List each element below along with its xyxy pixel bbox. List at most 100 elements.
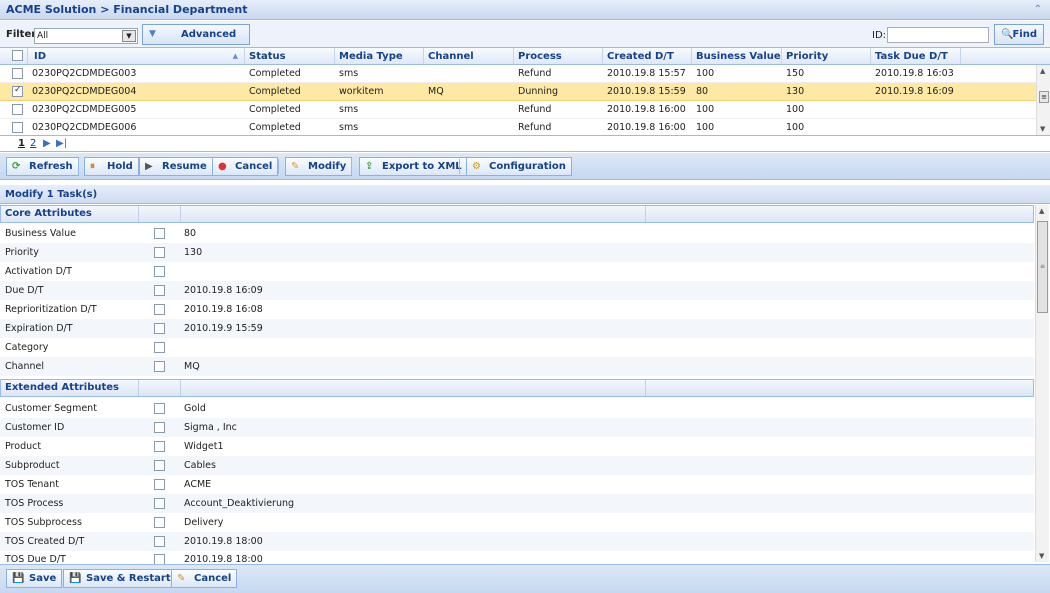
row-checkbox[interactable] [154,285,165,296]
row-checkbox[interactable] [12,68,23,79]
cancel-task-button[interactable]: ● Cancel [212,157,279,176]
row-checkbox[interactable] [154,536,165,547]
page-title: ACME Solution > Financial Department [6,3,248,16]
task-grid: ID ▲ Status Media Type Channel Process Cr… [0,48,1050,136]
play-icon: ▶ [145,161,153,172]
toolbar-separator [351,159,352,174]
col-channel[interactable]: Channel [424,48,514,64]
table-row[interactable]: 0230PQ2CDMDEG005 Completed sms Refund 20… [0,101,1036,119]
core-row-due: Due D/T 2010.19.8 16:09 [0,281,1034,300]
gear-icon: ⚙ [472,161,481,172]
configuration-button[interactable]: ⚙ Configuration [466,157,572,176]
grid-scrollbar[interactable]: ▲ ≡ ▼ [1036,65,1050,135]
page-1-link[interactable]: 1 [18,138,25,149]
refresh-icon: ⟳ [12,161,21,172]
sort-asc-icon: ▲ [232,52,238,60]
scroll-up-icon[interactable]: ▲ [1039,207,1044,215]
grid-header: ID ▲ Status Media Type Channel Process Cr… [0,48,1050,65]
scroll-thumb[interactable]: ≡ [1039,91,1049,103]
next-page-icon[interactable]: ▶ [43,138,51,149]
modify-button[interactable]: ✎ Modify [285,157,353,176]
resume-button[interactable]: ▶ Resume [139,157,213,176]
scroll-down-icon[interactable]: ▼ [1039,552,1044,560]
col-created[interactable]: Created D/T [603,48,692,64]
find-label: Find [1012,29,1037,40]
last-page-icon[interactable]: ▶| [56,138,67,149]
panel-header: ACME Solution > Financial Department ⌃ [0,0,1050,20]
export-xml-button[interactable]: ⇪ Export to XML [359,157,468,176]
row-checkbox[interactable] [154,403,165,414]
core-attributes-header: Core Attributes [0,205,1034,223]
row-checkbox[interactable] [154,266,165,277]
select-all-checkbox[interactable] [12,50,23,61]
row-checkbox[interactable] [154,361,165,372]
core-row-category: Category [0,338,1034,357]
col-business-value[interactable]: Business Value [692,48,782,64]
row-checkbox[interactable] [12,122,23,133]
filter-select[interactable]: All ▼ [34,28,138,44]
table-row-selected[interactable]: 0230PQ2CDMDEG004 Completed workitem MQ D… [0,83,1036,101]
scroll-up-icon[interactable]: ▲ [1040,67,1045,75]
row-checkbox[interactable] [12,85,23,97]
cancel-button[interactable]: ✎ Cancel [171,569,238,588]
refresh-button[interactable]: ⟳ Refresh [6,157,79,176]
row-checkbox[interactable] [154,304,165,315]
core-row-business-value: Business Value 80 [5,228,197,239]
ext-row-subproduct: Subproduct Cables [0,456,1034,475]
id-label: ID: [872,30,887,41]
row-checkbox[interactable] [154,247,165,258]
core-row-channel: Channel MQ [0,357,1034,376]
row-checkbox[interactable] [154,498,165,509]
modify-panel-title: Modify 1 Task(s) [0,185,1050,204]
save-button[interactable]: 💾 Save [6,569,63,588]
scroll-thumb[interactable]: ≡ [1037,221,1048,313]
pencil-icon: ✎ [291,161,300,172]
save-restart-button[interactable]: 💾 Save & Restart [63,569,177,588]
row-checkbox[interactable] [154,228,165,239]
collapse-icon[interactable]: ⌃ [1034,0,1042,20]
select-all-cell [0,48,28,64]
row-checkbox[interactable] [154,342,165,353]
ext-row-customer-id: Customer ID Sigma , Inc [0,418,1034,437]
row-checkbox[interactable] [154,460,165,471]
extended-attributes-title: Extended Attributes [1,380,139,396]
chevron-down-icon[interactable]: ▼ [122,30,136,42]
core-row-priority: Priority 130 [0,243,1034,262]
attributes-scrollbar[interactable]: ▲ ≡ ▼ [1035,205,1049,562]
hold-button[interactable]: ⏸ Hold [84,157,139,176]
ext-row-tos-tenant: TOS Tenant ACME [5,479,212,490]
row-checkbox[interactable] [154,323,165,334]
ext-row-tos-due: TOS Due D/T 2010.19.8 18:00 [5,554,263,564]
table-row[interactable]: 0230PQ2CDMDEG006 Completed sms Refund 20… [0,119,1036,135]
core-attributes-title: Core Attributes [1,206,139,222]
col-status[interactable]: Status [245,48,335,64]
ext-row-tos-process: TOS Process Account_Deaktivierung [0,494,1034,513]
col-task-due[interactable]: Task Due D/T [871,48,961,64]
ext-row-tos-created: TOS Created D/T 2010.19.8 18:00 [0,532,1034,551]
filter-label: Filter [6,29,37,40]
table-row[interactable]: 0230PQ2CDMDEG003 Completed sms Refund 20… [0,65,1036,83]
col-process[interactable]: Process [514,48,603,64]
page-2-link[interactable]: 2 [30,138,36,149]
toolbar-separator [459,159,460,174]
advanced-button[interactable]: ▼ Advanced [142,24,250,45]
row-checkbox[interactable] [154,479,165,490]
bottom-toolbar: 💾 Save 💾 Save & Restart ✎ Cancel [0,564,1050,593]
core-row-activation: Activation D/T [0,262,1034,281]
row-checkbox[interactable] [154,441,165,452]
filter-value: All [37,31,49,41]
col-media-type[interactable]: Media Type [335,48,424,64]
find-button[interactable]: 🔍 Find [994,24,1044,45]
save-restart-icon: 💾 [69,573,82,584]
row-checkbox[interactable] [154,517,165,528]
export-icon: ⇪ [365,161,374,172]
save-icon: 💾 [12,573,25,584]
id-input[interactable] [887,27,989,43]
scroll-down-icon[interactable]: ▼ [1040,125,1045,133]
row-checkbox[interactable] [12,104,23,115]
col-priority[interactable]: Priority [782,48,871,64]
pause-icon: ⏸ [90,161,95,172]
row-checkbox[interactable] [154,554,165,564]
col-id[interactable]: ID ▲ [28,48,245,64]
row-checkbox[interactable] [154,422,165,433]
